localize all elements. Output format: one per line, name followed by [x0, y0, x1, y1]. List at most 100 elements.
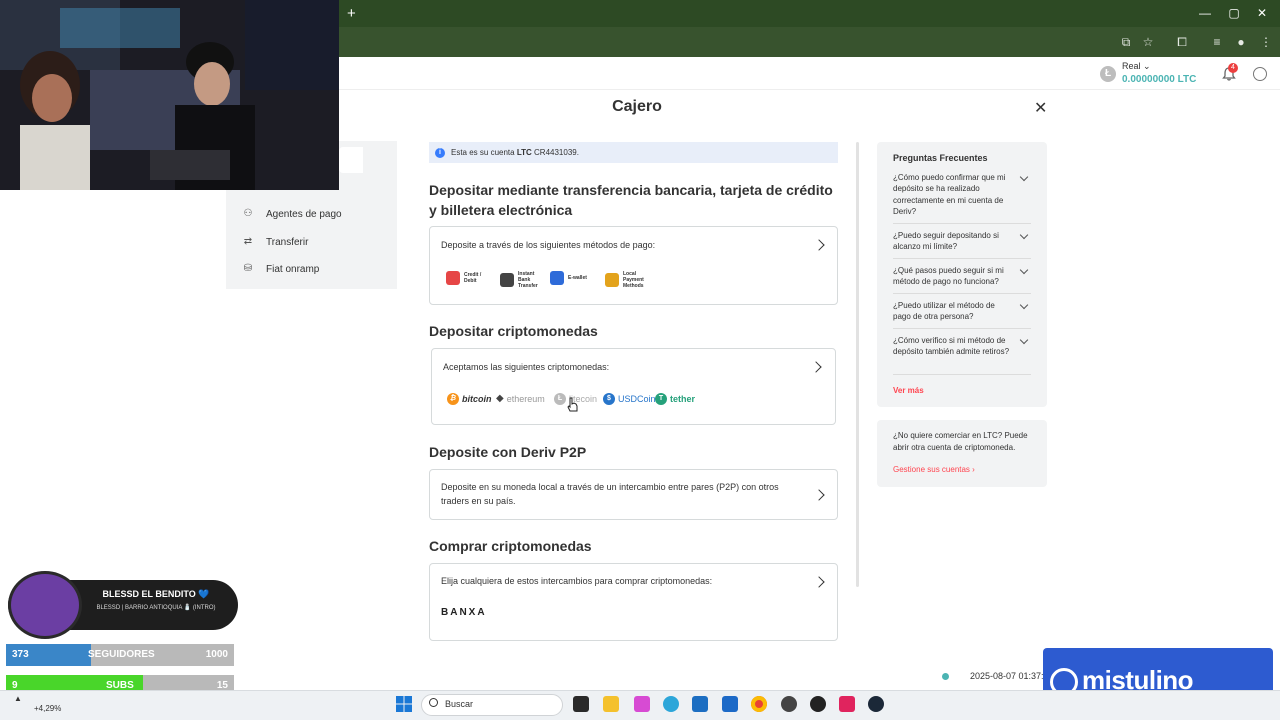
local-payment-method: Local Payment Methods: [605, 271, 647, 289]
faq-divider: [893, 293, 1031, 294]
tiktok-icon[interactable]: [839, 696, 855, 712]
search-icon: [429, 698, 438, 707]
faq-title: Preguntas Frecuentes: [893, 153, 988, 163]
extensions-icon[interactable]: ⧠: [1174, 34, 1190, 50]
status-dot: [942, 673, 949, 680]
faq-see-more-link[interactable]: Ver más: [893, 386, 924, 395]
fiat-onramp-icon: ⛁: [243, 263, 253, 274]
task-view-icon[interactable]: [573, 696, 589, 712]
account-info-text: Esta es su cuenta LTC CR4431039.: [451, 148, 579, 157]
content-scrollbar[interactable]: [856, 142, 859, 587]
credit-card-icon: [446, 271, 460, 285]
taskbar-search-box[interactable]: [421, 694, 563, 716]
bank-icon: [500, 273, 514, 287]
buy-card-text: Elija cualquiera de estos intercambios p…: [441, 576, 713, 586]
buy-crypto-card[interactable]: Elija cualquiera de estos intercambios p…: [429, 563, 838, 641]
crypto-deposit-heading: Depositar criptomonedas: [429, 323, 598, 339]
sidebar-item-payment-agents[interactable]: ⚇ Agentes de pago: [242, 206, 342, 222]
followers-label: SEGUIDORES: [88, 649, 155, 660]
sidebar-item-label: Fiat onramp: [266, 263, 320, 275]
account-info-banner: i Esta es su cuenta LTC CR4431039.: [429, 142, 838, 163]
crypto-deposit-card[interactable]: Aceptamos las siguientes criptomonedas: …: [431, 348, 836, 425]
user-account-icon[interactable]: [1253, 67, 1267, 81]
info-icon: i: [435, 147, 445, 158]
account-type-label: Real: [1122, 61, 1141, 71]
ethereum-logo: ◆ ethereum: [496, 393, 545, 404]
new-tab-button[interactable]: +: [347, 5, 356, 22]
edge-icon[interactable]: [663, 696, 679, 712]
transfer-icon: ⇄: [243, 236, 253, 247]
maximize-icon[interactable]: ▢: [1224, 6, 1244, 20]
account-switcher[interactable]: Real ⌄: [1122, 61, 1151, 72]
store-icon[interactable]: [722, 696, 738, 712]
capcut-icon[interactable]: [810, 696, 826, 712]
usdcoin-logo: $ USDCoin: [603, 393, 656, 405]
faq-question[interactable]: ¿Cómo puedo confirmar que mi depósito se…: [893, 172, 1011, 217]
bookmark-star-icon[interactable]: ☆: [1140, 34, 1156, 50]
stream-timestamp: 2025-08-07 01:37:1: [970, 671, 1049, 681]
manage-accounts-link[interactable]: Gestione sus cuentas ›: [893, 465, 975, 474]
stock-change[interactable]: +4,29%: [34, 704, 61, 713]
now-playing-text: BLESSD | BARRIO ANTIOQUIA 🧂 (INTRO): [96, 605, 216, 611]
obs-icon[interactable]: [781, 696, 797, 712]
browser-menu-icon[interactable]: ⋮: [1258, 34, 1274, 50]
sidebar-item-label: Transferir: [266, 236, 309, 248]
sidebar-selected-item[interactable]: [339, 147, 363, 173]
reading-list-icon[interactable]: ≡: [1209, 34, 1225, 50]
faq-question[interactable]: ¿Qué pasos puedo seguir si mi método de …: [893, 265, 1011, 288]
p2p-deposit-heading: Deposite con Deriv P2P: [429, 444, 587, 460]
crypto-card-text: Aceptamos las siguientes criptomonedas:: [443, 362, 610, 372]
chrome-icon[interactable]: [751, 696, 767, 712]
account-balance[interactable]: 0.00000000 LTC: [1122, 74, 1196, 85]
usdc-icon: $: [603, 393, 615, 405]
file-explorer-icon[interactable]: [603, 696, 619, 712]
sidebar-item-fiat-onramp[interactable]: ⛁ Fiat onramp: [242, 261, 320, 277]
copilot-icon[interactable]: [634, 696, 650, 712]
windows-start-icon[interactable]: [396, 696, 412, 712]
wallet-icon: [550, 271, 564, 285]
litecoin-currency-icon: Ł: [1100, 66, 1116, 82]
followers-goal: 1000: [205, 649, 228, 660]
sidebar-item-transfer[interactable]: ⇄ Transferir: [242, 234, 309, 250]
notification-count-badge: 4: [1228, 63, 1238, 73]
outlook-icon[interactable]: [692, 696, 708, 712]
tether-icon: T: [655, 393, 667, 405]
faq-divider: [893, 258, 1031, 259]
litecoin-icon: Ł: [554, 393, 566, 405]
faq-divider: [893, 328, 1031, 329]
instant-bank-transfer-method: Instant Bank Transfer: [500, 271, 540, 289]
p2p-card-text: Deposite en su moneda local a través de …: [441, 482, 779, 506]
chevron-right-icon: [813, 239, 825, 251]
minimize-icon[interactable]: —: [1195, 6, 1215, 20]
profile-icon[interactable]: ●: [1233, 34, 1249, 50]
payment-agent-icon: ⚇: [243, 208, 253, 219]
tether-logo: Ttether: [655, 393, 695, 405]
streamer-name: BLESSD EL BENDITO 💙: [102, 589, 210, 599]
followers-goal-bar: 373 SEGUIDORES 1000: [6, 644, 234, 666]
install-app-icon[interactable]: ⧉: [1118, 34, 1134, 50]
faq-question[interactable]: ¿Cómo verifico si mi método de depósito …: [893, 335, 1011, 358]
window-close-icon[interactable]: ✕: [1252, 6, 1272, 20]
p2p-deposit-card[interactable]: Deposite en su moneda local a través de …: [429, 469, 838, 520]
banxa-logo: BANXA: [441, 607, 487, 618]
stock-widget-icon[interactable]: ▲: [14, 694, 22, 703]
other-currency-text: ¿No quiere comerciar en LTC? Puede abrir…: [893, 431, 1028, 452]
faq-divider: [893, 223, 1031, 224]
sidebar-item-label: Agentes de pago: [266, 208, 342, 220]
streamer-avatar: [8, 571, 82, 639]
bank-deposit-card[interactable]: Deposite a través de los siguientes méto…: [429, 226, 838, 305]
steam-icon[interactable]: [868, 696, 884, 712]
close-cashier-icon[interactable]: ✕: [1034, 98, 1047, 118]
hand-cursor-icon: [567, 397, 578, 412]
faq-question[interactable]: ¿Puedo utilizar el método de pago de otr…: [893, 300, 1011, 323]
credit-debit-method: Credit / Debit: [446, 271, 486, 285]
faq-question[interactable]: ¿Puedo seguir depositando si alcanzo mi …: [893, 230, 1011, 253]
search-placeholder[interactable]: Buscar: [445, 699, 473, 709]
bitcoin-icon: ₿: [447, 393, 459, 405]
bitcoin-logo: ₿ bitcoin: [447, 393, 492, 405]
buy-crypto-heading: Comprar criptomonedas: [429, 538, 592, 554]
chevron-right-icon: [810, 361, 822, 373]
chevron-right-icon: [813, 576, 825, 588]
webcam-overlay: [0, 0, 339, 190]
bank-deposit-heading: Depositar mediante transferencia bancari…: [429, 182, 833, 218]
